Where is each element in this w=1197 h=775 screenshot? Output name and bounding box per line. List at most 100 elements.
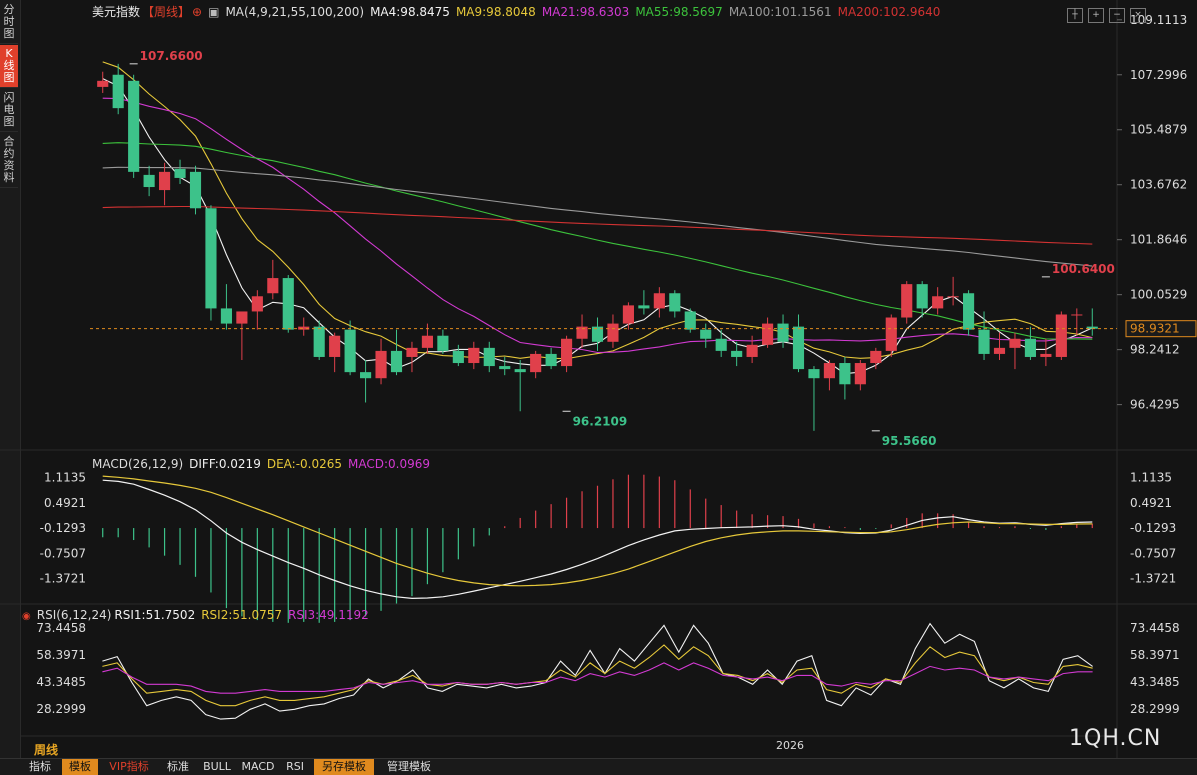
crosshair-icon[interactable]: ┼: [1067, 8, 1083, 23]
candle-body: [870, 350, 882, 364]
legend-rsi-params: RSI(6,12,24): [36, 608, 112, 622]
y-tick-label: -0.1293: [1130, 521, 1176, 535]
candle-body: [1024, 338, 1036, 357]
candle-body: [545, 353, 557, 367]
candle-body: [947, 296, 959, 298]
candle-body: [313, 326, 325, 357]
candle-body: [885, 317, 897, 351]
legend-rsi3: RSI3:49.1192: [288, 608, 369, 622]
candle-body: [174, 168, 186, 178]
candle-body: [437, 335, 449, 351]
y-tick-label: 1.1135: [44, 471, 86, 485]
candle-body: [808, 369, 820, 379]
tab-manage-templates[interactable]: 管理模板: [380, 759, 438, 775]
zoom-in-icon[interactable]: +: [1088, 8, 1104, 23]
y-tick-label: 105.4879: [1130, 123, 1187, 137]
legend-diff: DIFF:0.0219: [189, 457, 261, 471]
macd-legend: MACD(26,12,9) DIFF:0.0219 DEA:-0.0265 MACD:…: [92, 457, 436, 471]
candle-body: [483, 347, 495, 367]
candle-body: [530, 353, 542, 373]
candle-body: [112, 74, 124, 109]
candle-body: [344, 329, 356, 373]
tab-save-template[interactable]: 另存模板: [314, 759, 374, 775]
candle-body: [762, 323, 774, 345]
candle-body: [128, 80, 140, 172]
candle-body: [499, 366, 511, 370]
y-tick-label: -1.3721: [40, 572, 86, 586]
y-tick-label: 43.3485: [1130, 675, 1180, 689]
candle-body: [452, 350, 464, 364]
candle-body: [267, 278, 279, 294]
candle-body: [282, 278, 294, 330]
tab-vip-indicators[interactable]: VIP指标: [104, 759, 154, 775]
tab-templates[interactable]: 模板: [62, 759, 98, 775]
y-tick-label: 103.6762: [1130, 178, 1187, 192]
candle-body: [901, 284, 913, 318]
candle-body: [854, 363, 866, 385]
candle-body: [97, 80, 109, 87]
candle-body: [1009, 338, 1021, 348]
y-tick-label: 28.2999: [36, 702, 86, 716]
chart-canvas[interactable]: 109.1113107.2996105.4879103.6762101.8646…: [0, 0, 1197, 758]
candle-body: [916, 284, 928, 309]
candle-body: [406, 347, 418, 357]
ma21-line: [102, 97, 1093, 354]
y-tick-label: 1.1135: [1130, 471, 1172, 485]
indicator-settings-icon[interactable]: ▣: [208, 5, 219, 19]
candle-body: [189, 171, 202, 209]
year-label: 2026: [776, 739, 804, 752]
tab-indicators[interactable]: 指标: [26, 759, 54, 775]
candle-body: [622, 305, 634, 324]
candle-body: [236, 311, 248, 324]
tab-macd[interactable]: MACD: [240, 759, 276, 775]
candle-body: [607, 323, 619, 342]
candle-body: [839, 363, 851, 385]
candle-body: [638, 305, 650, 309]
zoom-out-icon[interactable]: −: [1109, 8, 1125, 23]
y-tick-label: 107.2996: [1130, 68, 1187, 82]
legend-macd-params: MACD(26,12,9): [92, 457, 184, 471]
rsi1-line: [102, 622, 1093, 720]
candle-body: [514, 369, 526, 373]
add-indicator-icon[interactable]: ⊕: [192, 5, 202, 19]
rsi-legend: ◉ RSI(6,12,24) RSI1:51.7502 RSI2:51.0757 RSI…: [22, 608, 375, 622]
candle-body: [746, 344, 758, 357]
y-tick-label: 43.3485: [36, 675, 86, 689]
y-tick-label: 28.2999: [1130, 702, 1180, 716]
tab-bull[interactable]: BULL: [200, 759, 234, 775]
close-icon[interactable]: ×: [1130, 8, 1146, 23]
candle-body: [220, 308, 232, 324]
extreme-label: 95.5660: [882, 434, 937, 448]
ma100-line: [102, 166, 1093, 267]
tab-standard[interactable]: 标准: [162, 759, 194, 775]
candle-body: [669, 293, 681, 312]
legend-period: 【周线】: [142, 5, 191, 19]
candle-body: [653, 293, 665, 309]
candle-body: [298, 326, 310, 330]
candle-body: [159, 171, 171, 191]
y-tick-label: -0.7507: [40, 546, 86, 560]
legend-ma-params: MA(4,9,21,55,100,200): [225, 5, 365, 19]
candle-body: [777, 323, 789, 342]
candle-body: [978, 329, 990, 354]
tab-rsi[interactable]: RSI: [282, 759, 308, 775]
candle-body: [993, 347, 1006, 354]
y-tick-label: -0.1293: [40, 521, 86, 535]
candle-body: [684, 311, 696, 330]
legend-ma9: MA9:98.8048: [455, 5, 536, 19]
y-tick-label: 101.8646: [1130, 233, 1187, 247]
candle-body: [329, 335, 341, 357]
extreme-label: 107.6600: [140, 49, 203, 63]
candle-body: [390, 350, 403, 373]
candle-body: [823, 363, 835, 379]
y-tick-label: 0.4921: [44, 496, 86, 510]
candle-body: [375, 350, 387, 379]
y-tick-label: 98.2412: [1130, 343, 1180, 357]
candle-body: [251, 296, 263, 312]
bottom-toolbar: 指标 模板 VIP指标 标准 BULL MACD RSI 另存模板 管理模板: [0, 758, 1197, 775]
main-legend: 美元指数 【周线】 ⊕ ▣ MA(4,9,21,55,100,200) MA4:98.84…: [92, 3, 946, 20]
y-tick-label: 58.3971: [1130, 648, 1180, 662]
target-icon[interactable]: ◉: [22, 611, 31, 622]
legend-ma21: MA21:98.6303: [541, 5, 630, 19]
legend-ma4: MA4:98.8475: [370, 5, 450, 19]
